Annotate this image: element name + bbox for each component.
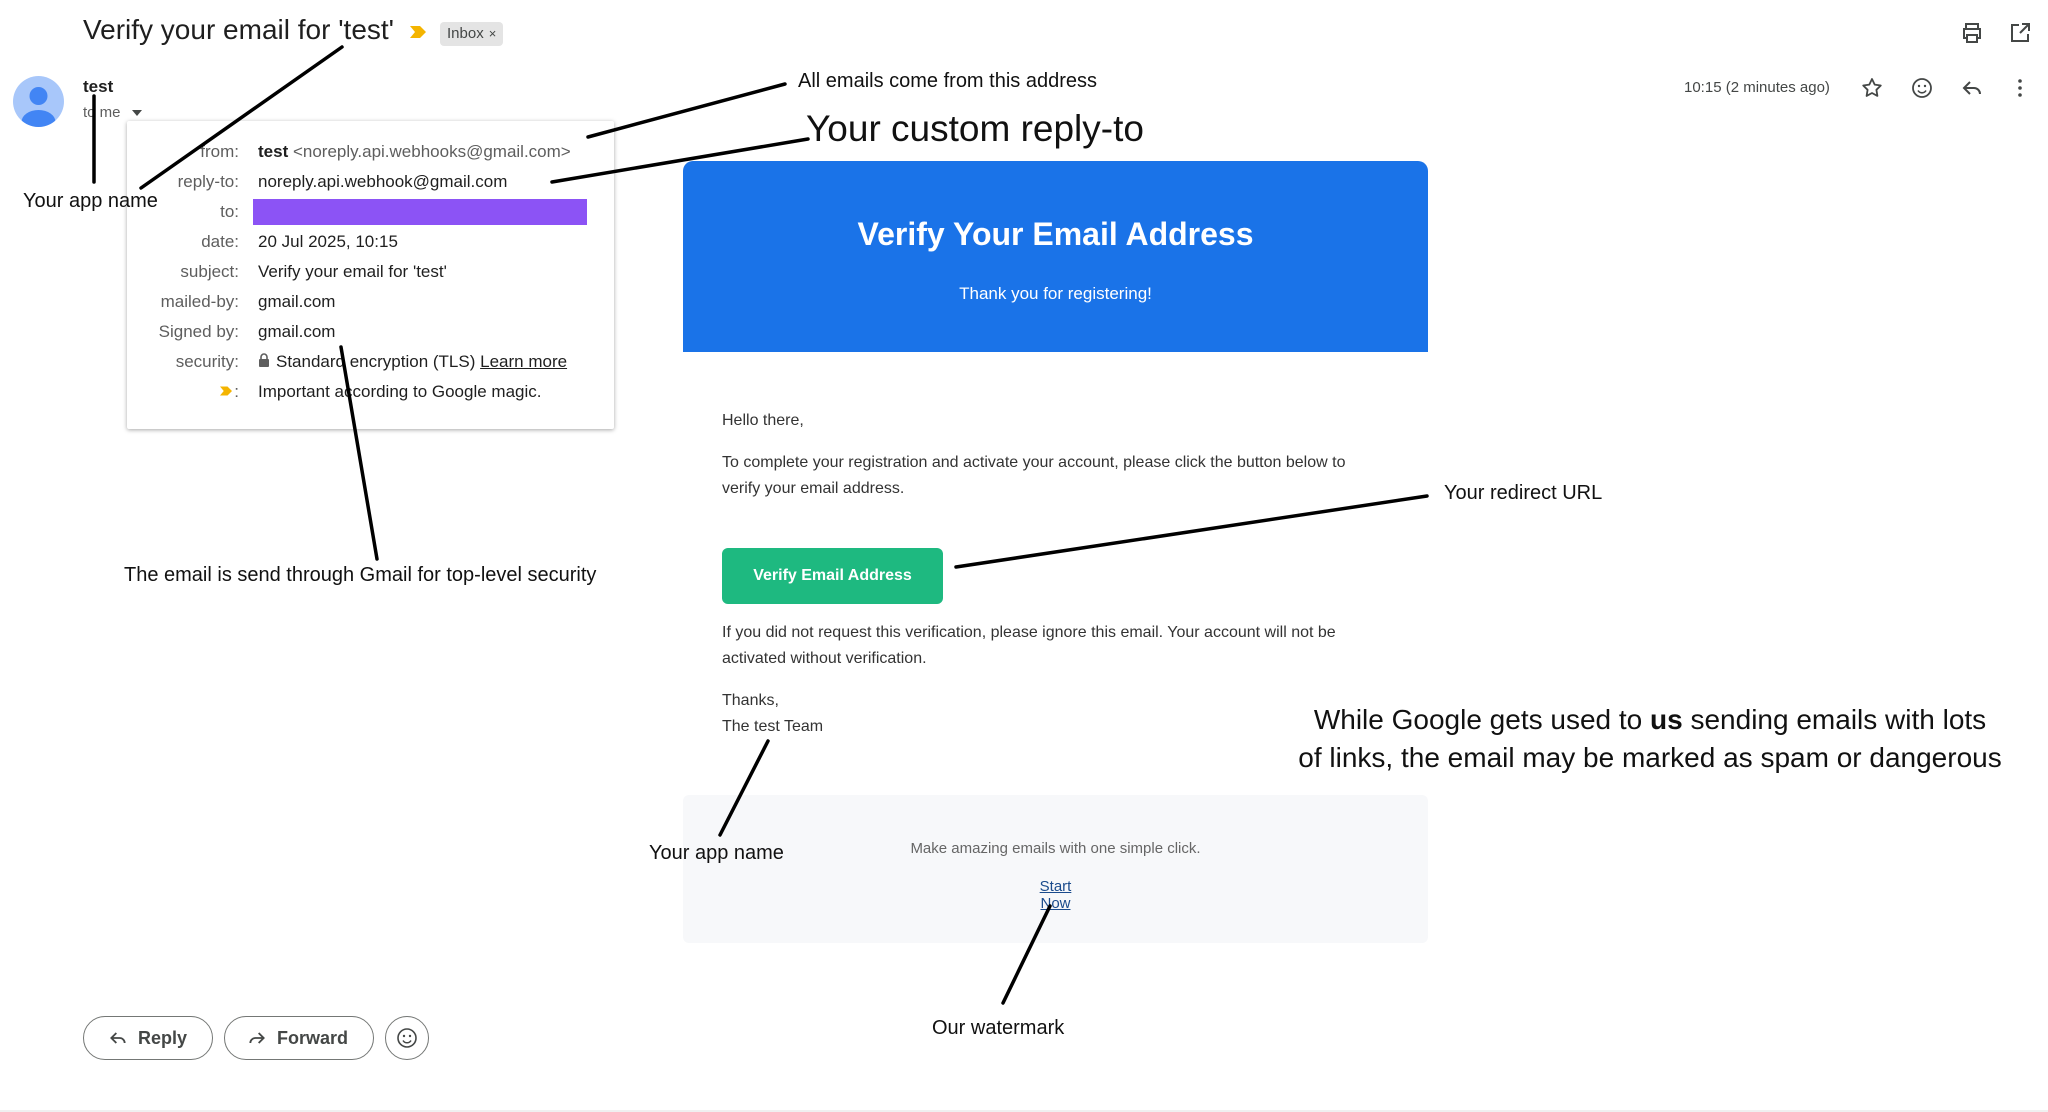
- annotation-from-address: All emails come from this address: [798, 70, 1097, 92]
- detail-from-sender: test: [258, 142, 289, 161]
- star-icon: [1862, 78, 1882, 97]
- annotation-gmail-security: The email is send through Gmail for top-…: [124, 564, 597, 586]
- forward-icon: [249, 1032, 265, 1044]
- print-icon: [1963, 23, 1981, 43]
- importance-marker-icon[interactable]: [408, 24, 428, 40]
- more-options-button[interactable]: [2005, 73, 2035, 103]
- emoji-reaction-button[interactable]: [385, 1016, 429, 1060]
- reply-button[interactable]: Reply: [83, 1016, 213, 1060]
- detail-value-date: 20 Jul 2025, 10:15: [258, 232, 398, 251]
- reply-icon: [1962, 81, 1981, 95]
- inbox-label-text: Inbox: [447, 25, 484, 42]
- redacted-recipient: [253, 199, 587, 225]
- annotation-reply-to: Your custom reply-to: [806, 108, 1144, 149]
- email-banner-subtitle: Thank you for registering!: [959, 284, 1152, 303]
- detail-label-security: security:: [175, 352, 239, 371]
- email-footer: Make amazing emails with one simple clic…: [683, 795, 1428, 943]
- emoji-icon: [397, 1028, 417, 1048]
- email-banner: Verify Your Email Address Thank you for …: [683, 161, 1428, 352]
- reply-button-top[interactable]: [1957, 73, 1987, 103]
- start-now-link[interactable]: Start Now: [1023, 878, 1088, 912]
- open-in-new-icon: [2011, 23, 2030, 42]
- detail-from-address: <noreply.api.webhooks@gmail.com>: [292, 142, 571, 161]
- signoff: Thanks,: [722, 692, 779, 709]
- detail-label-subject: subject:: [180, 262, 239, 281]
- pointer-from-address: [586, 82, 787, 139]
- greeting: Hello there,: [722, 412, 804, 429]
- reply-label: Reply: [138, 1027, 188, 1048]
- footer-tagline: Make amazing emails with one simple clic…: [910, 840, 1201, 857]
- detail-label-signed-by: Signed by:: [158, 322, 239, 341]
- star-button[interactable]: [1857, 73, 1887, 103]
- annotation-app-name-top: Your app name: [23, 190, 158, 212]
- remove-label-icon[interactable]: ×: [489, 26, 497, 41]
- email-banner-title: Verify Your Email Address: [857, 216, 1254, 252]
- sender-avatar[interactable]: [13, 76, 64, 127]
- ignore-line-2: activated without verification.: [722, 650, 927, 667]
- detail-label-from: from:: [200, 142, 239, 161]
- detail-value-from: test <noreply.api.webhooks@gmail.com>: [258, 142, 571, 162]
- detail-label-to: to:: [220, 202, 239, 221]
- sender-name[interactable]: test: [83, 77, 113, 97]
- inbox-label-badge[interactable]: Inbox ×: [440, 22, 504, 46]
- importance-colon: :: [234, 382, 239, 401]
- lock-icon: [259, 353, 269, 367]
- emoji-icon: [1912, 78, 1932, 98]
- add-reaction-button[interactable]: [1907, 73, 1937, 103]
- message-timestamp: 10:15 (2 minutes ago): [1684, 79, 1830, 96]
- detail-value-reply-to: noreply.api.webhook@gmail.com: [258, 172, 508, 191]
- recipients-text: to me: [83, 104, 121, 121]
- forward-button[interactable]: Forward: [224, 1016, 374, 1060]
- forward-label: Forward: [277, 1027, 349, 1048]
- print-button[interactable]: [1957, 18, 1987, 48]
- detail-value-importance: Important according to Google magic.: [258, 382, 542, 401]
- intro-line-1: To complete your registration and activa…: [722, 454, 1346, 471]
- more-vert-icon: [2018, 79, 2022, 97]
- detail-value-subject: Verify your email for 'test': [258, 262, 447, 281]
- annotation-spam-note: While Google gets used to us sending ema…: [1280, 701, 2020, 777]
- team-signature: The test Team: [722, 718, 824, 735]
- detail-label-date: date:: [201, 232, 239, 251]
- recipients-toggle[interactable]: to me: [83, 104, 142, 121]
- verify-email-button[interactable]: Verify Email Address: [722, 548, 943, 604]
- annotation-app-name-bottom: Your app name: [649, 842, 784, 864]
- annotation-redirect-url: Your redirect URL: [1444, 482, 1603, 504]
- open-in-new-window-button[interactable]: [2005, 18, 2035, 48]
- reply-icon: [110, 1032, 126, 1044]
- detail-value-mailed-by: gmail.com: [258, 292, 336, 311]
- intro-line-2: verify your email address.: [722, 480, 905, 497]
- detail-label-reply-to: reply-to:: [177, 172, 239, 191]
- person-icon: [21, 87, 56, 127]
- detail-value-signed-by: gmail.com: [258, 322, 336, 341]
- detail-label-importance: :: [218, 382, 239, 402]
- security-text: Standard encryption (TLS): [276, 352, 476, 371]
- message-details-popup: from: test <noreply.api.webhooks@gmail.c…: [127, 121, 614, 429]
- learn-more-link[interactable]: Learn more: [480, 352, 567, 371]
- spam-note-line-2: of links, the email may be marked as spa…: [1298, 742, 2002, 773]
- email-subject: Verify your email for 'test': [83, 14, 395, 45]
- importance-marker-icon: [220, 386, 233, 396]
- spam-note-line-1: While Google gets used to us sending ema…: [1313, 704, 1987, 735]
- detail-label-mailed-by: mailed-by:: [160, 292, 239, 311]
- detail-value-security: Standard encryption (TLS) Learn more: [258, 352, 567, 372]
- ignore-line-1: If you did not request this verification…: [722, 624, 1336, 641]
- annotation-watermark: Our watermark: [932, 1017, 1065, 1039]
- pointer-redirect-url: [954, 494, 1429, 569]
- caret-down-icon: [131, 110, 142, 117]
